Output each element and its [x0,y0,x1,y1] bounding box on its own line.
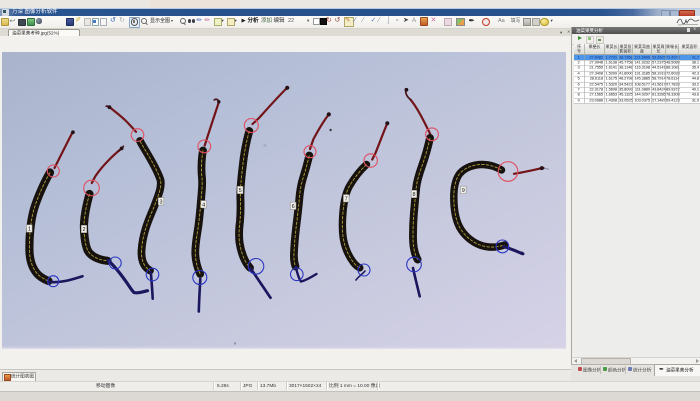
svg-text:4: 4 [202,202,205,208]
svg-text:8: 8 [412,192,415,198]
svg-text:9: 9 [462,188,465,194]
svg-text:7: 7 [345,196,348,202]
svg-text:6: 6 [292,204,295,210]
svg-text:2: 2 [82,227,85,233]
svg-text:3: 3 [159,199,162,205]
svg-text:1: 1 [28,227,31,233]
svg-text:5: 5 [239,188,242,194]
